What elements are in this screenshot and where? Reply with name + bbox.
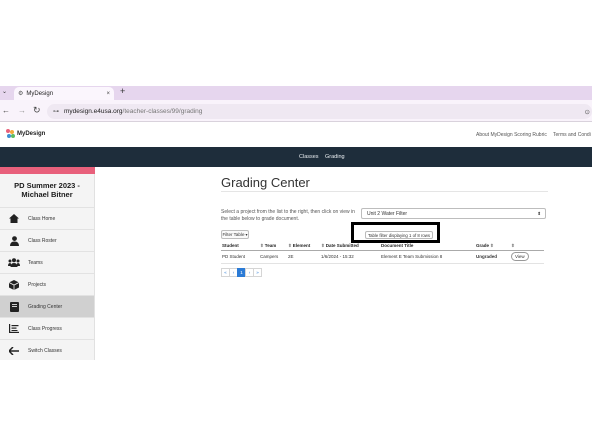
sidebar-item-teams[interactable]: Teams [0,251,94,273]
cell-date: 1/6/2024 - 15:32 [320,250,380,264]
browser-tab[interactable]: ⚙ MyDesign × [14,87,114,100]
nav-grading-link[interactable]: Grading [325,154,345,160]
user-icon [0,235,28,246]
box-icon [0,279,28,290]
forward-arrow-icon[interactable]: → [18,106,26,115]
sidebar-item-class-home[interactable]: Class Home [0,207,94,229]
select-arrows-icon: ⬍ [537,210,541,216]
column-header-date[interactable]: ⬍Date Submitted [320,242,380,251]
class-title: PD Summer 2023 - Michael Bitner [14,181,80,199]
sidebar-item-label: Switch Classes [28,347,62,354]
view-button[interactable]: View [511,252,529,261]
logo-text: MyDesign [17,130,46,137]
cell-team: Campers [259,250,287,264]
users-icon [0,258,28,267]
cell-document-title: Element E Team Submission 8 [380,250,475,264]
pagination: « ‹ 1 › » [221,268,262,277]
instructions-text: Select a project from the list to the ri… [221,209,355,222]
project-select-value: Unit 2 Water Filter [367,210,408,217]
tab-title: MyDesign [26,90,54,97]
chevron-down-icon[interactable]: ⌄ [2,88,7,95]
back-arrow-icon[interactable]: ← [2,106,10,115]
column-header-action[interactable]: ⬍ [510,242,544,251]
sidebar-item-class-roster[interactable]: Class Roster [0,229,94,251]
caret-down-icon: ▾ [245,232,248,237]
column-header-element[interactable]: ⬍Element [287,242,320,251]
sidebar-item-label: Class Home [28,215,56,222]
divider [221,191,548,192]
terms-link[interactable]: Terms and Condi [553,132,591,138]
table-row[interactable]: PD Student Campers 2E 1/6/2024 - 15:32 E… [221,250,544,264]
reload-icon[interactable]: ↻ [33,105,41,116]
sort-icon: ⬍ [321,242,325,248]
url-path: /teacher-classes/99/grading [122,108,203,115]
home-icon [0,214,28,223]
sort-icon: ⬍ [288,242,292,248]
column-header-title[interactable]: Document Title [380,242,475,251]
list-icon [0,324,28,333]
url-host: mydesign.e4usa.org [64,108,123,115]
book-icon [0,301,28,312]
filter-table-label: Filter Table [222,232,245,237]
grades-table: Student ⬍Team ⬍Element ⬍Date Submitted D… [221,242,544,264]
sidebar-item-grading-center[interactable]: Grading Center [0,295,94,317]
sidebar-item-label: Grading Center [28,303,63,310]
sidebar-item-label: Class Roster [28,237,57,244]
column-header-grade[interactable]: Grade⬍ [475,242,510,251]
sort-icon: ⬍ [260,242,264,248]
column-header-student[interactable]: Student [221,242,259,251]
cell-action: View [510,250,544,264]
cell-element: 2E [287,250,320,264]
site-favicon-icon: ⚙ [18,91,24,97]
sidebar-item-class-progress[interactable]: Class Progress [0,317,94,339]
extension-icon[interactable]: ⊙ [585,108,590,116]
last-page-button[interactable]: » [253,268,262,277]
close-icon[interactable]: × [106,91,110,97]
sidebar-item-label: Projects [28,281,47,288]
cell-student: PD Student [221,250,259,264]
sidebar-accent-bar [0,167,95,174]
sort-icon: ⬍ [511,242,515,248]
sidebar-item-label: Teams [28,259,43,266]
scoring-rubric-link[interactable]: About MyDesign Scoring Rubric [476,132,547,138]
address-bar[interactable]: ⊶ mydesign.e4usa.org /teacher-classes/99… [47,104,592,119]
sidebar-item-label: Class Progress [28,325,62,332]
sidebar-item-switch-classes[interactable]: Switch Classes [0,339,94,361]
new-tab-button[interactable]: + [120,86,125,96]
logo-mark-icon [6,129,15,138]
highlight-annotation-box [351,222,440,243]
project-select[interactable]: Unit 2 Water Filter ⬍ [361,208,546,219]
arrow-left-icon [0,346,28,355]
sidebar-item-projects[interactable]: Projects [0,273,94,295]
cell-grade: Ungraded [475,250,510,264]
site-info-icon[interactable]: ⊶ [53,108,59,115]
column-header-team[interactable]: ⬍Team [259,242,287,251]
sort-icon: ⬍ [490,242,494,248]
page-title: Grading Center [221,175,310,190]
filter-table-button[interactable]: Filter Table ▾ [221,230,249,239]
nav-classes-link[interactable]: Classes [299,154,319,160]
site-logo[interactable]: MyDesign [6,129,45,138]
table-header-row: Student ⬍Team ⬍Element ⬍Date Submitted D… [221,242,544,251]
main-navbar [0,147,592,167]
